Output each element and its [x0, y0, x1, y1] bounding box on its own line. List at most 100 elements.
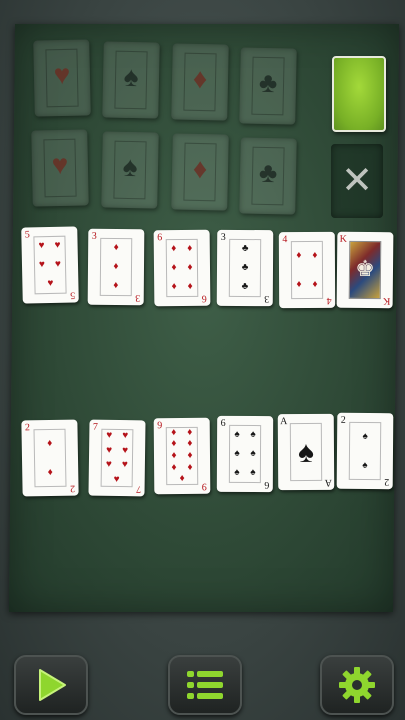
foundation-suit-icon: ♦: [192, 63, 208, 96]
card-rank: 6: [264, 479, 270, 491]
card-suit-icon: ♠: [234, 467, 240, 479]
card-index-bottom: 2: [382, 476, 392, 487]
card-rank: 7: [92, 421, 99, 433]
card-suit-icon: ♥: [106, 430, 113, 442]
playing-card[interactable]: 6 6 ♦ ♦ ♦ ♦ ♦ ♦: [153, 229, 211, 307]
card-suit-icon: ♠: [297, 435, 315, 470]
card-rank: 2: [24, 422, 31, 434]
waste-slot-empty[interactable]: ✕: [331, 144, 383, 218]
card-pips: ♠ ♠: [349, 422, 382, 480]
foundation-slot[interactable]: ♦: [171, 133, 229, 211]
card-suit-icon: ♦: [312, 249, 318, 261]
card-suit-icon: ♦: [187, 449, 193, 461]
menu-button[interactable]: [168, 655, 242, 715]
card-pips: ♠ ♠ ♠ ♠ ♠ ♠: [229, 425, 261, 483]
foundation-suit-icon: ♥: [53, 59, 71, 92]
card-index-top: 2: [22, 422, 32, 434]
stock-pile[interactable]: [332, 56, 386, 132]
card-suit-icon: ♠: [250, 448, 256, 460]
card-index-top: 6: [155, 232, 165, 243]
card-rank: 3: [91, 230, 97, 242]
card-suit-icon: ♦: [171, 281, 177, 293]
card-suit-icon: ♦: [47, 466, 53, 478]
foundation-slot[interactable]: ♣: [239, 47, 297, 125]
foundation-slot[interactable]: ♥: [33, 39, 91, 117]
card-rank: 4: [326, 294, 332, 306]
foundation-slot[interactable]: ♠: [101, 131, 159, 209]
card-suit-icon: ♥: [113, 473, 120, 485]
foundation-slot[interactable]: ♥: [31, 129, 89, 207]
card-pips: ♥ ♥ ♥ ♥ ♥ ♥ ♥: [101, 429, 134, 487]
card-index-top: 7: [90, 421, 100, 433]
foundation-suit-icon: ♠: [123, 61, 139, 94]
card-suit-icon: ♣: [241, 261, 249, 274]
card-index-top: K: [338, 234, 348, 245]
card-index-bottom: K: [382, 295, 392, 307]
card-index-bottom: 3: [133, 292, 143, 303]
playing-card[interactable]: 6 6 ♠ ♠ ♠ ♠ ♠ ♠: [216, 415, 274, 493]
king-portrait: ♚: [348, 240, 382, 300]
card-index-top: 3: [218, 231, 228, 243]
crown-icon: ♚: [355, 255, 376, 282]
card-suit-icon: ♦: [113, 280, 119, 292]
card-rank: 5: [70, 289, 76, 301]
card-rank: 4: [282, 234, 288, 246]
close-icon: ✕: [341, 158, 373, 202]
card-suit-icon: ♠: [362, 459, 368, 471]
foundation-slot[interactable]: ♣: [239, 137, 297, 215]
card-suit-icon: ♦: [296, 278, 302, 290]
play-button[interactable]: [14, 655, 88, 715]
playing-card[interactable]: A A ♠: [277, 413, 335, 491]
playing-card[interactable]: 7 7 ♥ ♥ ♥ ♥ ♥ ♥ ♥: [88, 419, 146, 497]
play-icon: [39, 669, 66, 701]
foundation-suit-icon: ♦: [192, 153, 208, 186]
card-rank: 7: [135, 483, 142, 495]
card-rank: A: [324, 476, 332, 488]
playing-card[interactable]: 2 2 ♦ ♦: [21, 419, 79, 497]
card-rank: A: [280, 416, 288, 428]
card-suit-icon: ♥: [38, 239, 45, 251]
card-rank: K: [383, 295, 391, 307]
card-suit-icon: ♦: [171, 242, 177, 254]
foundation-slot[interactable]: ♦: [171, 43, 229, 121]
playing-card[interactable]: 4 4 ♦ ♦ ♦ ♦: [278, 231, 336, 309]
card-suit-icon: ♦: [296, 249, 302, 261]
card-rank: 6: [220, 417, 226, 429]
card-index-bottom: 9: [199, 481, 209, 492]
card-pips: ♦ ♦ ♦ ♦ ♦ ♦ ♦ ♦ ♦: [166, 427, 199, 485]
card-rank: 3: [220, 231, 226, 243]
card-index-bottom: 7: [134, 483, 144, 495]
card-pips: ♣ ♣ ♣: [229, 239, 261, 297]
card-suit-icon: ♥: [54, 239, 61, 251]
playing-card[interactable]: 2 2 ♠ ♠: [336, 412, 394, 490]
card-index-bottom: 2: [67, 483, 77, 494]
playing-card[interactable]: 3 3 ♦ ♦ ♦: [87, 228, 145, 306]
card-suit-icon: ♦: [171, 426, 177, 438]
playing-card[interactable]: K K ♚: [336, 231, 394, 309]
card-suit-icon: ♦: [171, 450, 177, 462]
menu-list-icon: [187, 671, 223, 699]
foundation-suit-icon: ♥: [51, 149, 69, 182]
card-pips: ♦ ♦: [33, 429, 66, 488]
card-index-bottom: 3: [262, 293, 272, 304]
card-suit-icon: ♥: [38, 259, 46, 271]
card-suit-icon: ♦: [187, 461, 193, 473]
card-suit-icon: ♠: [250, 467, 256, 479]
settings-button[interactable]: [320, 655, 394, 715]
card-pips: ♦ ♦ ♦ ♦ ♦ ♦: [166, 239, 199, 297]
foundation-suit-icon: ♠: [122, 151, 138, 184]
playing-card[interactable]: 3 3 ♣ ♣ ♣: [216, 229, 274, 307]
foundation-slot[interactable]: ♠: [102, 41, 160, 119]
playing-card[interactable]: 5 5 ♥ ♥ ♥ ♥ ♥: [21, 226, 79, 304]
card-rank: 9: [157, 420, 163, 432]
card-suit-icon: ♥: [106, 444, 113, 456]
card-pips: ♦ ♦ ♦ ♦: [291, 241, 323, 299]
foundation-suit-icon: ♣: [258, 157, 278, 190]
card-suit-icon: ♣: [241, 242, 249, 254]
card-rank: 5: [24, 229, 30, 241]
card-index-top: 6: [218, 417, 228, 429]
card-suit-icon: ♠: [250, 428, 256, 440]
playing-card[interactable]: 9 9 ♦ ♦ ♦ ♦ ♦ ♦ ♦ ♦ ♦: [153, 417, 211, 495]
card-rank: 6: [201, 292, 207, 304]
card-index-top: 5: [22, 229, 32, 241]
